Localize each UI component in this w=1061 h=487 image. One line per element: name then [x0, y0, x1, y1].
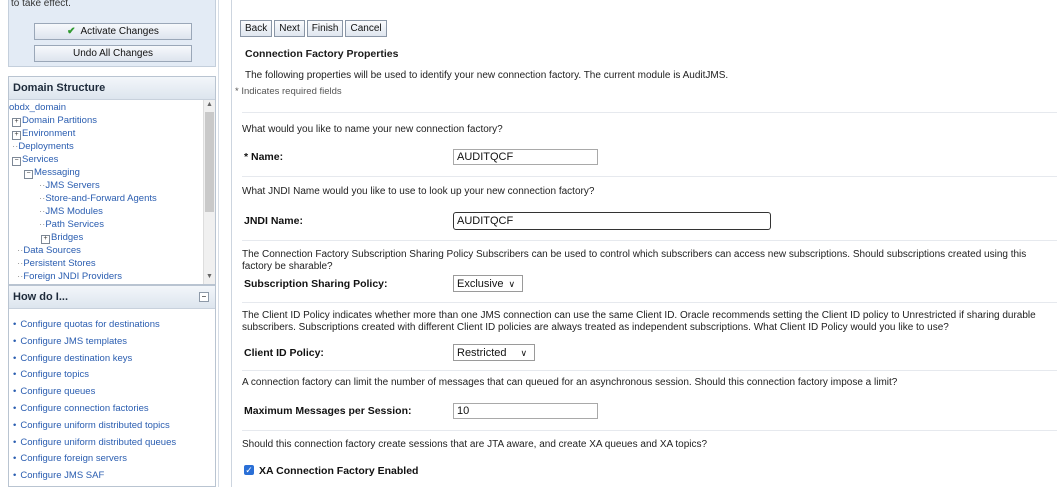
max-messages-question: A connection factory can limit the numbe…: [242, 377, 898, 388]
expand-icon[interactable]: +: [12, 118, 21, 127]
tree-item-obdx-domain[interactable]: obdx_domain: [9, 102, 66, 113]
tree-item-jms-servers[interactable]: ··JMS Servers: [39, 180, 100, 191]
client-id-select[interactable]: Restricted ∨: [453, 344, 535, 361]
cancel-button[interactable]: Cancel: [345, 20, 387, 37]
undo-all-changes-button[interactable]: Undo All Changes: [34, 45, 192, 62]
how-do-i-list: • Configure quotas for destinations • Conf…: [9, 309, 215, 485]
how-do-i-link[interactable]: • Configure quotas for destinations: [13, 317, 215, 334]
divider: [242, 112, 1057, 113]
how-do-i-link[interactable]: • Configure connection factories: [13, 401, 215, 418]
sharing-policy-label: Subscription Sharing Policy:: [244, 278, 388, 290]
sharing-question: The Connection Factory Subscription Shar…: [242, 249, 1027, 272]
jndi-label: JNDI Name:: [244, 215, 303, 227]
name-question: What would you like to name your new con…: [242, 124, 503, 135]
scroll-down-icon[interactable]: ▼: [205, 273, 214, 282]
domain-structure-title: Domain Structure: [9, 77, 215, 100]
chevron-down-icon: ∨: [508, 279, 516, 289]
xa-enabled-checkbox[interactable]: ✓: [244, 465, 254, 475]
xa-enabled-label: XA Connection Factory Enabled: [259, 465, 419, 477]
left-sidebar: to take effect. ✔ Activate Changes Undo A…: [0, 0, 218, 487]
tree-item-persistent-stores[interactable]: ··Persistent Stores: [17, 258, 96, 269]
wizard-nav-buttons: Back Next Finish Cancel: [240, 20, 389, 37]
client-id-label: Client ID Policy:: [244, 347, 324, 359]
sharing-policy-select[interactable]: Exclusive ∨: [453, 275, 523, 292]
divider: [242, 302, 1057, 303]
next-button[interactable]: Next: [274, 20, 305, 37]
tree-item-domain-partitions[interactable]: + Domain Partitions: [12, 115, 97, 127]
section-title: Connection Factory Properties: [245, 48, 399, 60]
tree-item-foreign-jndi[interactable]: ··Foreign JNDI Providers: [17, 271, 122, 282]
how-do-i-header: How do I... –: [9, 286, 215, 309]
how-do-i-link[interactable]: • Configure JMS templates: [13, 334, 215, 351]
chevron-down-icon: ∨: [520, 348, 528, 358]
how-do-i-link[interactable]: • Configure foreign servers: [13, 451, 215, 468]
tree-item-services[interactable]: − Services: [12, 154, 58, 166]
tree-item-bridges[interactable]: + Bridges: [41, 232, 83, 244]
tree-item-data-sources[interactable]: ··Data Sources: [17, 245, 81, 256]
finish-button[interactable]: Finish: [306, 20, 344, 37]
divider: [242, 370, 1057, 371]
max-messages-input[interactable]: [453, 403, 598, 419]
collapse-icon[interactable]: −: [12, 157, 21, 166]
how-do-i-panel: How do I... – • Configure quotas for dest…: [8, 285, 216, 487]
jndi-name-input[interactable]: [453, 212, 771, 230]
section-description: The following properties will be used to…: [245, 70, 729, 81]
collapse-icon[interactable]: −: [24, 170, 33, 179]
activate-changes-button[interactable]: ✔ Activate Changes: [34, 23, 192, 40]
checkmark-icon: ✔: [67, 26, 76, 37]
expand-icon[interactable]: +: [12, 131, 21, 140]
change-center: to take effect. ✔ Activate Changes Undo A…: [8, 0, 216, 67]
client-id-question: The Client ID Policy indicates whether m…: [242, 310, 1036, 333]
tree-item-path-services[interactable]: ··Path Services: [39, 219, 104, 230]
scroll-up-icon[interactable]: ▲: [205, 101, 214, 110]
how-do-i-link[interactable]: • Configure uniform distributed topics: [13, 418, 215, 435]
column-divider: [218, 0, 219, 487]
tree-item-saf-agents[interactable]: ··Store-and-Forward Agents: [39, 193, 157, 204]
tree-item-messaging[interactable]: − Messaging: [24, 167, 80, 179]
how-do-i-link[interactable]: • Configure topics: [13, 367, 215, 384]
jndi-question: What JNDI Name would you like to use to …: [242, 186, 595, 197]
xa-question: Should this connection factory create se…: [242, 439, 708, 450]
domain-structure-panel: Domain Structure obdx_domain + Domain Par…: [8, 76, 216, 285]
change-center-message: to take effect.: [11, 0, 71, 9]
how-do-i-link[interactable]: • Configure queues: [13, 384, 215, 401]
domain-tree: obdx_domain + Domain Partitions + Environm…: [9, 100, 215, 284]
divider: [242, 430, 1057, 431]
back-button[interactable]: Back: [240, 20, 273, 37]
how-do-i-link[interactable]: • Configure JMS SAF: [13, 468, 215, 485]
wizard-content: Back Next Finish Cancel Connection Factory …: [231, 0, 1060, 487]
minimize-icon[interactable]: –: [199, 292, 209, 302]
how-do-i-title: How do I...: [13, 291, 68, 303]
tree-scrollbar[interactable]: ▲ ▼: [203, 100, 215, 284]
required-fields-note: * Indicates required fields: [235, 86, 342, 97]
tree-item-jms-modules[interactable]: ··JMS Modules: [39, 206, 103, 217]
name-input[interactable]: [453, 149, 598, 165]
name-label: * Name:: [244, 151, 284, 163]
tree-item-deployments[interactable]: ··Deployments: [12, 141, 74, 152]
max-messages-label: Maximum Messages per Session:: [244, 405, 412, 417]
how-do-i-link[interactable]: • Configure uniform distributed queues: [13, 435, 215, 452]
expand-icon[interactable]: +: [41, 235, 50, 244]
how-do-i-link[interactable]: • Configure destination keys: [13, 351, 215, 368]
tree-item-environment[interactable]: + Environment: [12, 128, 75, 140]
divider: [242, 240, 1057, 241]
divider: [242, 176, 1057, 177]
scroll-thumb[interactable]: [205, 112, 214, 212]
